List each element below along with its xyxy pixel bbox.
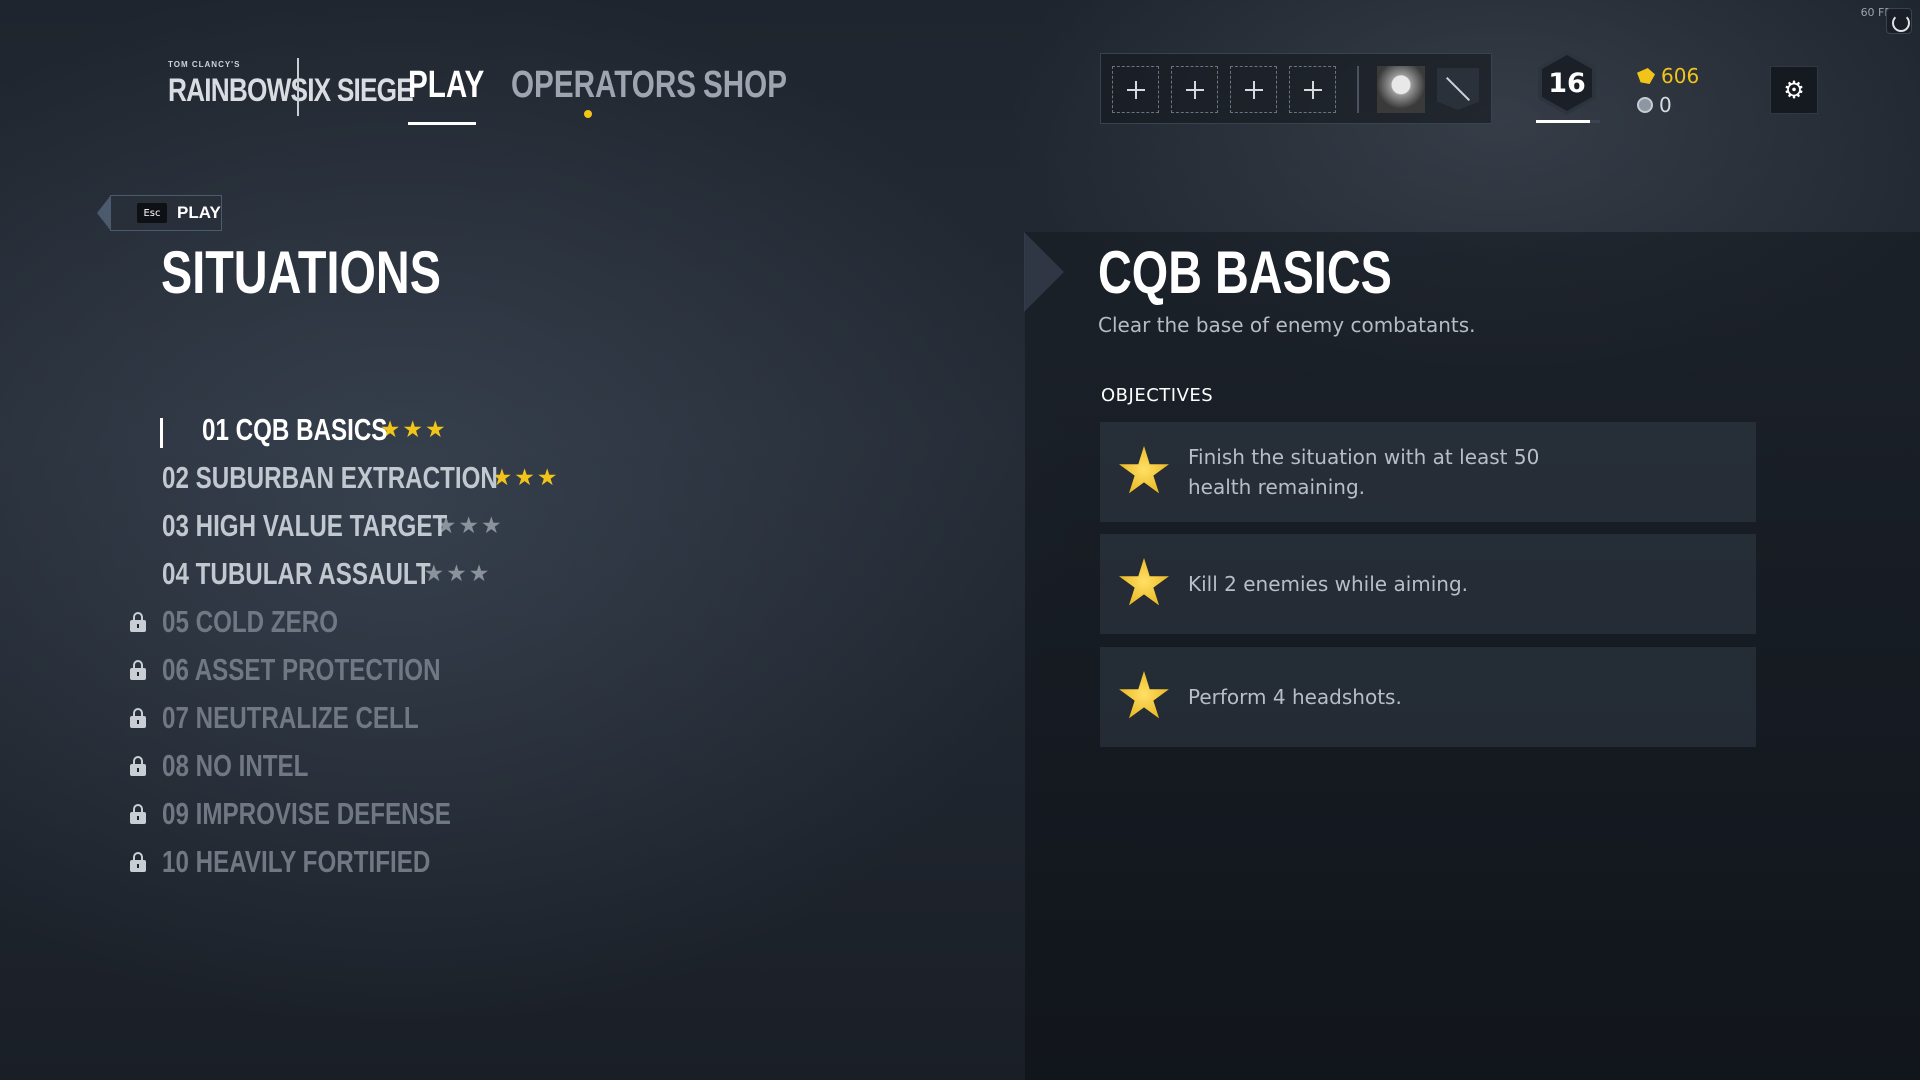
player-badge-slash-icon[interactable]: [1437, 68, 1479, 110]
situation-item[interactable]: 07 NEUTRALIZE CELL: [130, 698, 491, 738]
lock-icon: [130, 708, 146, 728]
loading-indicator-icon: [1886, 8, 1912, 34]
situation-label: 01 CQB BASICS: [202, 412, 388, 447]
renown-amount: 606: [1661, 64, 1700, 88]
level-badge[interactable]: 16: [1538, 51, 1596, 115]
credits-balance: 0: [1637, 93, 1672, 117]
back-button[interactable]: Esc PLAY: [97, 195, 222, 231]
situation-item[interactable]: 06 ASSET PROTECTION: [130, 650, 519, 690]
invite-slot-3-plus-icon[interactable]: [1230, 66, 1277, 113]
situation-item[interactable]: 10 HEAVILY FORTIFIED: [130, 842, 506, 882]
tab-shop[interactable]: SHOP: [703, 64, 787, 107]
page-title: SITUATIONS: [161, 239, 441, 306]
situation-title: CQB BASICS: [1098, 239, 1392, 306]
gear-icon: ⚙: [1783, 76, 1805, 104]
tab-operators[interactable]: OPERATORS: [511, 64, 696, 107]
squad-divider: [1357, 66, 1359, 113]
r6-credits-icon: [1637, 97, 1653, 113]
star-icon: [1119, 558, 1169, 606]
star-filled-icon: ★: [402, 416, 423, 443]
situation-label: 06 ASSET PROTECTION: [162, 652, 441, 687]
star-rating: ★ ★ ★: [380, 416, 446, 443]
objective-card: Finish the situation with at least 50 he…: [1100, 422, 1756, 522]
situation-item[interactable]: 08 NO INTEL: [130, 746, 350, 786]
level-progress-fill: [1536, 120, 1591, 123]
situation-label: 03 HIGH VALUE TARGET: [162, 508, 448, 543]
lock-icon: [130, 612, 146, 632]
situation-item[interactable]: 05 COLD ZERO: [130, 602, 388, 642]
lock-icon: [130, 660, 146, 680]
situation-item[interactable]: 03 HIGH VALUE TARGET ★ ★ ★: [130, 506, 502, 546]
logo-title: RAINBOWSIX SIEGE: [168, 72, 414, 108]
lock-icon: [130, 756, 146, 776]
level-progress-bar: [1536, 120, 1600, 123]
lock-icon: [130, 804, 146, 824]
logo-divider: [297, 58, 299, 116]
player-avatar[interactable]: [1377, 66, 1425, 113]
situation-label: 04 TUBULAR ASSAULT: [162, 556, 431, 591]
star-empty-icon: ★: [446, 560, 467, 587]
tab-play[interactable]: PLAY: [408, 64, 484, 107]
invite-slot-4-plus-icon[interactable]: [1289, 66, 1336, 113]
situation-label: 02 SUBURBAN EXTRACTION: [162, 460, 498, 495]
credits-amount: 0: [1659, 93, 1672, 117]
situation-label: 07 NEUTRALIZE CELL: [162, 700, 419, 735]
game-logo: TOM CLANCY'S RAINBOWSIX SIEGE: [168, 58, 414, 118]
logo-subtitle: TOM CLANCY'S: [168, 60, 241, 69]
settings-button[interactable]: ⚙: [1770, 66, 1818, 114]
star-filled-icon: ★: [514, 464, 535, 491]
situation-item[interactable]: 04 TUBULAR ASSAULT ★ ★ ★: [130, 554, 489, 594]
situation-item[interactable]: 01 CQB BASICS ★ ★ ★: [130, 410, 446, 450]
situation-item[interactable]: 02 SUBURBAN EXTRACTION ★ ★ ★: [130, 458, 557, 498]
situation-item[interactable]: 09 IMPROVISE DEFENSE: [130, 794, 532, 834]
esc-key-hint: Esc: [137, 203, 167, 223]
objective-text: Kill 2 enemies while aiming.: [1188, 572, 1469, 596]
star-icon: [1119, 446, 1169, 494]
star-filled-icon: ★: [424, 416, 446, 443]
star-rating: ★ ★ ★: [492, 464, 558, 491]
invite-slot-1-plus-icon[interactable]: [1112, 66, 1159, 113]
lock-icon: [130, 852, 146, 872]
situation-label: 05 COLD ZERO: [162, 604, 339, 639]
star-empty-icon: ★: [458, 512, 479, 539]
renown-balance: 606: [1637, 64, 1699, 88]
level-number: 16: [1542, 55, 1592, 111]
squad-bar: [1100, 53, 1492, 124]
star-empty-icon: ★: [480, 512, 502, 539]
situation-description: Clear the base of enemy combatants.: [1098, 313, 1476, 337]
objective-text: Perform 4 headshots.: [1188, 685, 1402, 709]
objective-card: Perform 4 headshots.: [1100, 647, 1756, 747]
situation-label: 10 HEAVILY FORTIFIED: [162, 844, 431, 879]
objective-card: Kill 2 enemies while aiming.: [1100, 534, 1756, 634]
back-label: PLAY: [177, 203, 221, 222]
star-rating: ★ ★ ★: [423, 560, 490, 587]
invite-slot-2-plus-icon[interactable]: [1171, 66, 1218, 113]
star-empty-icon: ★: [468, 560, 490, 587]
objective-text: Finish the situation with at least 50 he…: [1188, 445, 1540, 499]
star-filled-icon: ★: [536, 464, 558, 491]
operators-notification-dot: [584, 110, 592, 118]
renown-icon: [1637, 68, 1655, 84]
situation-label: 09 IMPROVISE DEFENSE: [162, 796, 451, 831]
active-tab-underline: [408, 122, 476, 125]
star-icon: [1119, 671, 1169, 719]
situation-label: 08 NO INTEL: [162, 748, 309, 783]
objectives-heading: OBJECTIVES: [1101, 385, 1214, 406]
